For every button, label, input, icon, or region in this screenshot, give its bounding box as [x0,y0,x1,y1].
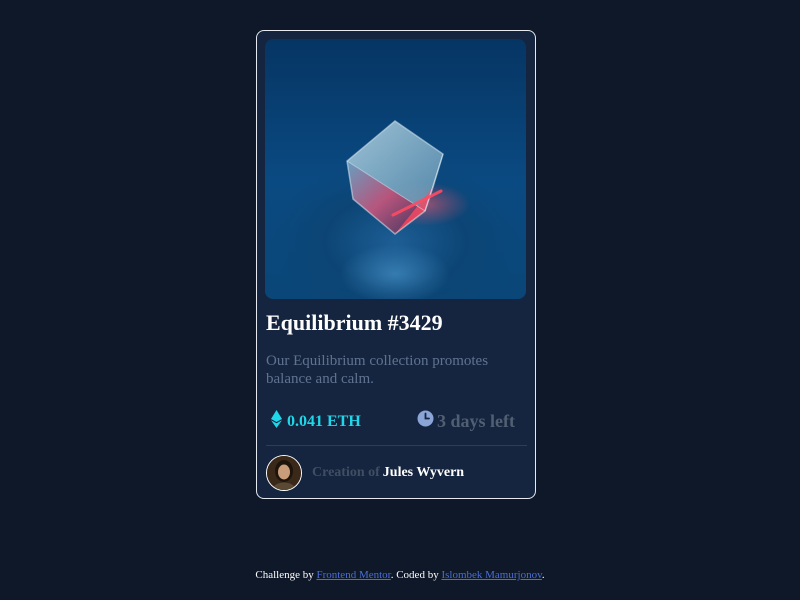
clock-icon [417,410,434,432]
equilibrium-cube-image[interactable] [265,39,526,299]
footer-text-2: . Coded by [390,569,442,581]
creator-avatar [266,455,302,491]
nft-description: Our Equilibrium collection promotes bala… [266,353,489,387]
time-text: 3 days left [437,410,515,431]
nft-title[interactable]: Equilibrium #3429 [266,310,443,336]
price-value: 0.041 ETH [271,410,361,433]
author-link[interactable]: Islombek Mamurjonov [441,569,541,581]
footer-text-3: . [541,569,545,581]
cube-illustration [340,120,470,299]
nft-card: Equilibrium #3429 Our Equilibrium collec… [256,30,536,499]
divider [266,445,527,446]
frontend-mentor-link[interactable]: Frontend Mentor [316,569,390,581]
creator-info: Creation of Jules Wyvern [266,455,464,491]
creator-name[interactable]: Jules Wyvern [383,465,464,481]
creator-prefix: Creation of [312,465,380,480]
footer-text-1: Challenge by [255,569,317,581]
ethereum-icon [271,410,282,433]
time-left: 3 days left [417,410,515,432]
price-text: 0.041 ETH [287,412,361,430]
attribution-footer: Challenge by Frontend Mentor. Coded by I… [0,569,800,581]
